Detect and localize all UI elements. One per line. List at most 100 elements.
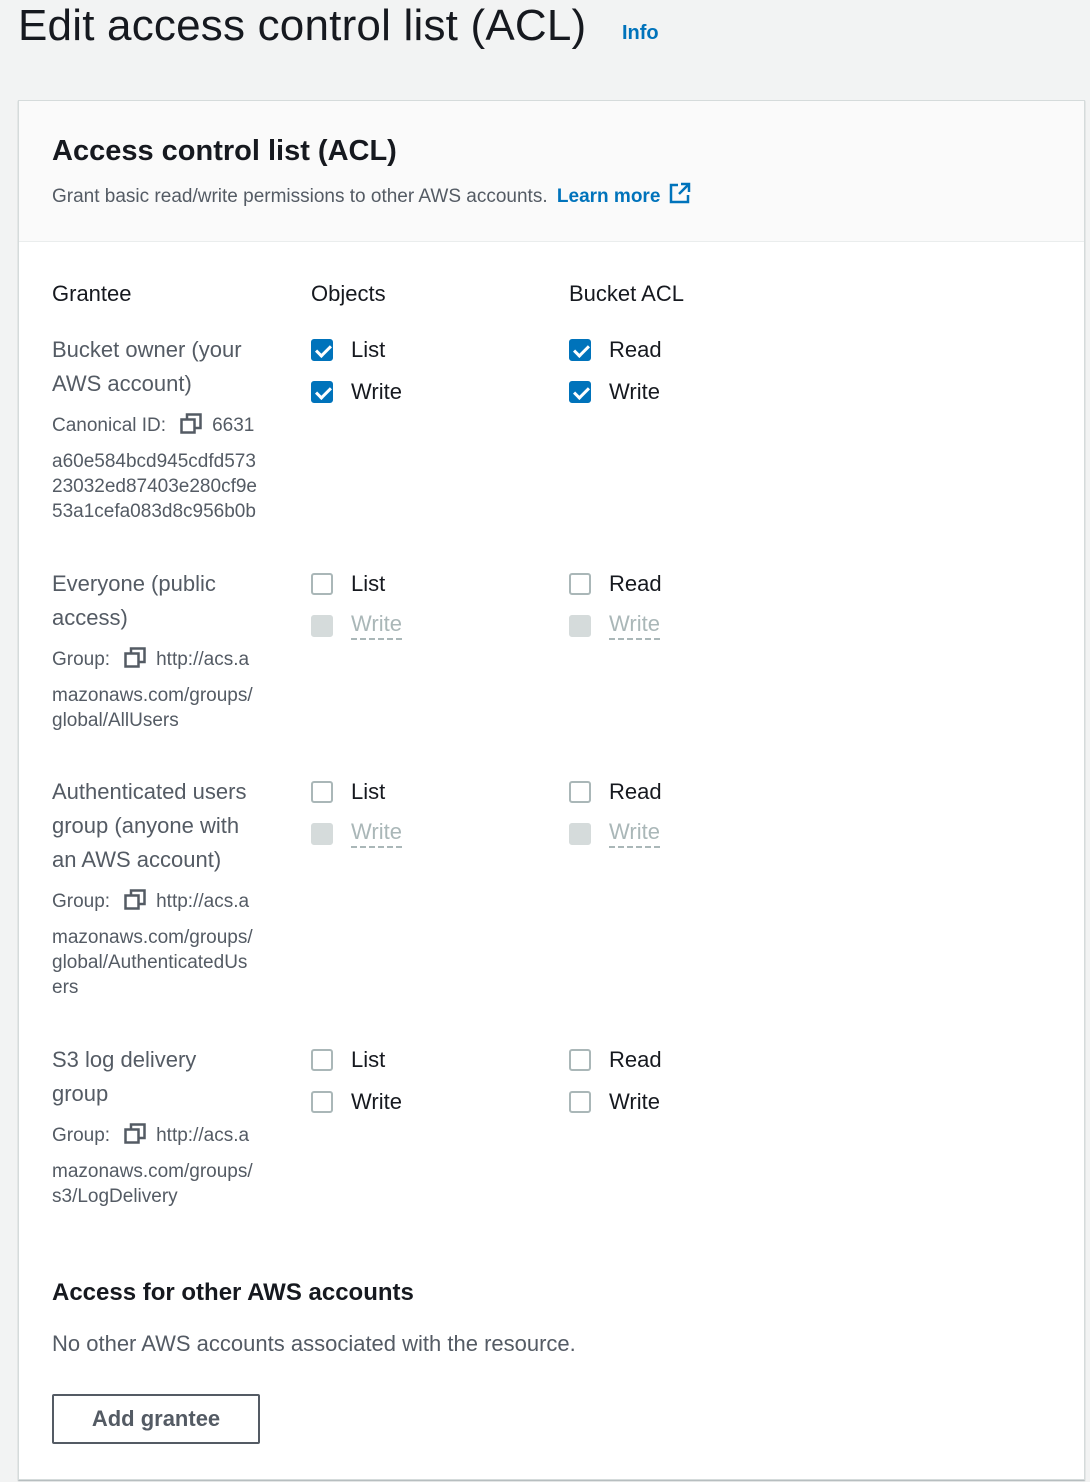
checkbox-bucket-write[interactable]: Write — [569, 1087, 660, 1117]
external-link-icon — [668, 181, 692, 211]
checkbox-label: Write — [351, 379, 402, 404]
copy-icon[interactable] — [124, 889, 146, 918]
checkbox-empty-icon[interactable] — [569, 573, 591, 595]
checkbox-objects-write[interactable]: Write — [311, 1087, 402, 1117]
checkbox-empty-icon[interactable] — [311, 1049, 333, 1071]
grantee-id-value: http://acs.a — [156, 891, 250, 912]
checkbox-checked-icon[interactable] — [311, 339, 333, 361]
grantee-name: Authenticated users group (anyone with an … — [52, 775, 282, 877]
grantee-id-line-part: global/AuthenticatedUs — [52, 952, 248, 973]
grantee-id-line: Group: http://acs.a — [52, 889, 287, 918]
grantee-name-line: group (anyone with — [52, 813, 240, 838]
checkbox-bucket-read[interactable]: Read — [569, 569, 662, 599]
checkbox-label: Write — [351, 1089, 402, 1114]
checkbox-label: List — [351, 779, 386, 804]
checkbox-label: Write — [351, 612, 402, 640]
checkbox-bucket-read[interactable]: Read — [569, 777, 662, 807]
checkbox-empty-icon[interactable] — [569, 1049, 591, 1071]
grantee-id-line-part: s3/LogDelivery — [52, 1186, 178, 1207]
grantee-name-line: Everyone (public — [52, 571, 216, 596]
checkbox-objects-list[interactable]: List — [311, 1045, 385, 1075]
checkbox-checked-icon[interactable] — [569, 339, 591, 361]
checkbox-label: Read — [609, 1047, 662, 1072]
grantee-name-line: Bucket owner (your — [52, 337, 242, 362]
grantee-id-line-part: 53a1cefa083d8c956b0b — [52, 501, 256, 522]
grantee-id-label: Canonical ID: — [52, 415, 167, 436]
checkbox-empty-icon — [569, 823, 591, 845]
grantee-name-line: access) — [52, 605, 128, 630]
grantee-id-line: Group: http://acs.a — [52, 647, 287, 676]
grantee-id-line: Group: http://acs.a — [52, 1123, 287, 1152]
other-accounts-title: Access for other AWS accounts — [52, 1279, 414, 1306]
checkbox-bucket-write: Write — [569, 819, 660, 849]
learn-more-link[interactable]: Learn more — [556, 182, 692, 207]
grantee-id-label: Group: — [52, 1125, 111, 1146]
checkbox-label: Read — [609, 571, 662, 596]
checkbox-objects-list[interactable]: List — [311, 569, 385, 599]
checkbox-label: Write — [609, 612, 660, 640]
grantee-id-line-part: a60e584bcd945cdfd573 — [52, 451, 256, 472]
add-grantee-button[interactable]: Add grantee — [52, 1394, 260, 1444]
panel-title: Access control list (ACL) — [52, 135, 397, 167]
acl-panel: Access control list (ACL) Grant basic re… — [18, 100, 1085, 1480]
checkbox-label: List — [351, 571, 386, 596]
checkbox-bucket-write: Write — [569, 611, 660, 641]
grantee-id-line: Canonical ID: 6631 — [52, 413, 287, 442]
grantee-id-continuation: mazonaws.com/groups/global/Authenticated… — [52, 925, 292, 1000]
column-header-grantee: Grantee — [52, 281, 132, 306]
page-title: Edit access control list (ACL) — [18, 1, 587, 50]
grantee-name-line: group — [52, 1081, 109, 1106]
grantee-name-line: AWS account) — [52, 371, 192, 396]
checkbox-label: List — [351, 337, 386, 362]
grantee-id-value: http://acs.a — [156, 1125, 250, 1146]
checkbox-label: Read — [609, 337, 662, 362]
checkbox-checked-icon[interactable] — [569, 381, 591, 403]
checkbox-empty-icon[interactable] — [311, 573, 333, 595]
grantee-name-line: Authenticated users — [52, 779, 247, 804]
checkbox-bucket-read[interactable]: Read — [569, 335, 662, 365]
column-header-objects: Objects — [311, 281, 386, 306]
grantee-id-line-part: global/AllUsers — [52, 710, 179, 731]
checkbox-checked-icon[interactable] — [311, 381, 333, 403]
checkbox-empty-icon[interactable] — [311, 1091, 333, 1113]
grantee-id-value: http://acs.a — [156, 649, 250, 670]
checkbox-label: Write — [609, 820, 660, 848]
column-header-bucket-acl: Bucket ACL — [569, 281, 684, 306]
grantee-id-line-part: 23032ed87403e280cf9e — [52, 476, 257, 497]
copy-icon[interactable] — [180, 413, 202, 442]
other-accounts-text: No other AWS accounts associated with th… — [52, 1331, 576, 1356]
checkbox-label: Write — [609, 379, 660, 404]
checkbox-empty-icon[interactable] — [311, 781, 333, 803]
info-link[interactable]: Info — [622, 22, 659, 45]
grantee-name-line: S3 log delivery — [52, 1047, 197, 1072]
checkbox-objects-write: Write — [311, 819, 402, 849]
checkbox-empty-icon — [311, 615, 333, 637]
grantee-id-continuation: mazonaws.com/groups/global/AllUsers — [52, 683, 292, 733]
grantee-id-line-part: mazonaws.com/groups/ — [52, 685, 253, 706]
grantee-id-value: 6631 — [212, 415, 255, 436]
checkbox-label: Write — [609, 1089, 660, 1114]
grantee-name-line: an AWS account) — [52, 847, 222, 872]
checkbox-empty-icon[interactable] — [569, 781, 591, 803]
copy-icon[interactable] — [124, 647, 146, 676]
learn-more-label: Learn more — [556, 186, 661, 207]
checkbox-objects-write[interactable]: Write — [311, 377, 402, 407]
copy-icon[interactable] — [124, 1123, 146, 1152]
grantee-id-label: Group: — [52, 891, 111, 912]
checkbox-bucket-write[interactable]: Write — [569, 377, 660, 407]
checkbox-label: Read — [609, 779, 662, 804]
grantee-id-continuation: mazonaws.com/groups/s3/LogDelivery — [52, 1159, 292, 1209]
checkbox-objects-list[interactable]: List — [311, 335, 385, 365]
grantee-id-line-part: ers — [52, 977, 79, 998]
grantee-id-continuation: a60e584bcd945cdfd573 23032ed87403e280cf9e… — [52, 449, 292, 524]
grantee-name: S3 log delivery group — [52, 1043, 282, 1111]
checkbox-label: List — [351, 1047, 386, 1072]
checkbox-objects-list[interactable]: List — [311, 777, 385, 807]
panel-description-text: Grant basic read/write permissions to ot… — [52, 186, 548, 207]
checkbox-empty-icon[interactable] — [569, 1091, 591, 1113]
checkbox-empty-icon — [569, 615, 591, 637]
grantee-name: Everyone (public access) — [52, 567, 282, 635]
checkbox-label: Write — [351, 820, 402, 848]
panel-description: Grant basic read/write permissions to ot… — [52, 181, 692, 211]
checkbox-bucket-read[interactable]: Read — [569, 1045, 662, 1075]
